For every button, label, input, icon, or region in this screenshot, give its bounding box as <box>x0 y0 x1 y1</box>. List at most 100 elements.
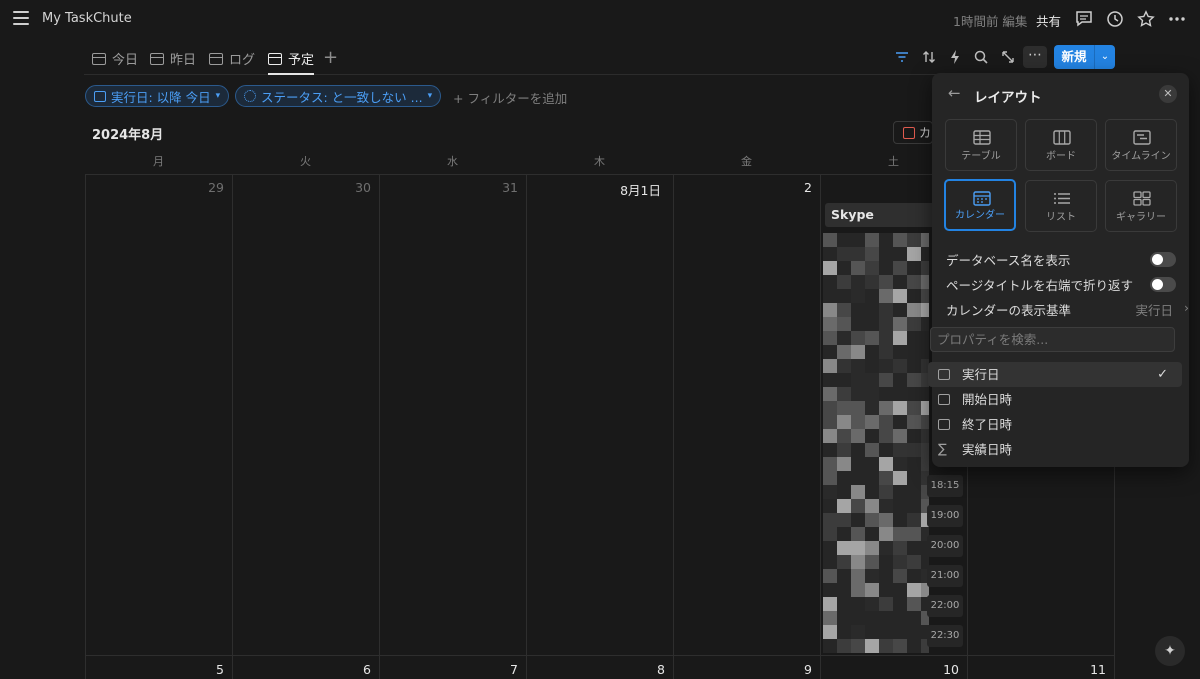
event-time[interactable]: 18:15 <box>927 475 963 497</box>
calendar-icon <box>94 90 106 102</box>
event-time[interactable]: 20:00 <box>927 535 963 557</box>
tab-log[interactable]: ログ <box>209 43 255 74</box>
view-options-button[interactable]: ⋯ <box>1023 46 1047 68</box>
automation-icon[interactable] <box>947 49 963 65</box>
tab-label: 昨日 <box>170 53 197 68</box>
board-icon <box>1053 130 1071 145</box>
redacted-events <box>823 233 929 653</box>
event-time[interactable]: 21:00 <box>927 565 963 587</box>
month-label: 2024年8月 <box>92 128 164 143</box>
grid-line <box>673 174 674 679</box>
filter-chip-label: ステータス: と一致しない ... <box>261 89 423 105</box>
weekday-header: 火 <box>300 155 311 168</box>
property-item[interactable]: 実行日 ✓ <box>928 362 1182 387</box>
layout-option-list[interactable]: リスト <box>1025 180 1097 232</box>
tab-schedule[interactable]: 予定 <box>268 43 315 75</box>
day-number: 6 <box>363 662 371 677</box>
expand-icon[interactable] <box>1000 49 1016 65</box>
close-icon[interactable]: ✕ <box>1159 85 1177 103</box>
layout-option-gallery[interactable]: ギャラリー <box>1105 180 1177 232</box>
layout-option-board[interactable]: ボード <box>1025 119 1097 171</box>
add-view-icon[interactable]: + <box>323 47 338 68</box>
open-in-calendar-button[interactable]: カ <box>893 121 933 144</box>
timeline-icon <box>1133 130 1151 145</box>
property-search-input[interactable]: プロパティを検索... <box>930 327 1175 352</box>
new-button-group: 新規 ⌄ <box>1054 45 1115 69</box>
ai-assistant-icon[interactable]: ✦ <box>1155 636 1185 666</box>
show-database-name-row: データベース名を表示 <box>946 250 1176 270</box>
calendar-basis-row[interactable]: カレンダーの表示基準 実行日 › <box>946 300 1189 320</box>
wrap-titles-toggle[interactable] <box>1150 277 1176 292</box>
tab-yesterday[interactable]: 昨日 <box>150 43 196 74</box>
grid-line <box>232 174 233 679</box>
check-icon: ✓ <box>1157 367 1168 382</box>
show-database-name-label: データベース名を表示 <box>946 253 1071 268</box>
wrap-titles-row: ページタイトルを右端で折り返す <box>946 275 1176 295</box>
layout-option-label: テーブル <box>961 151 1001 162</box>
calendar-event[interactable]: Skype <box>825 203 935 227</box>
calendar-icon <box>973 191 991 206</box>
calendar-icon <box>209 52 223 65</box>
filter-icon[interactable] <box>894 49 910 65</box>
layout-panel: ← レイアウト ✕ テーブル ボード タイムライン カレンダー リスト ギャラリ… <box>928 73 1189 467</box>
event-time[interactable]: 22:30 <box>927 625 963 647</box>
new-button[interactable]: 新規 <box>1054 45 1094 69</box>
filter-chip-status[interactable]: ステータス: と一致しない ... ▾ <box>235 85 442 107</box>
calendar-icon <box>938 419 950 430</box>
back-arrow-icon[interactable]: ← <box>948 84 961 102</box>
menu-icon[interactable] <box>13 11 29 27</box>
status-icon <box>244 90 256 102</box>
more-options-icon[interactable] <box>1168 10 1186 28</box>
sort-icon[interactable] <box>921 49 937 65</box>
property-label: 終了日時 <box>962 417 1013 432</box>
layout-option-calendar[interactable]: カレンダー <box>944 179 1016 231</box>
calendar-icon <box>938 394 950 405</box>
day-number: 31 <box>502 180 518 195</box>
comment-icon[interactable] <box>1075 10 1093 28</box>
weekday-header: 水 <box>447 155 458 168</box>
filter-chip-exec-date[interactable]: 実行日: 以降 今日 ▾ <box>85 85 230 107</box>
day-number: 8 <box>657 662 665 677</box>
layout-option-label: ボード <box>1046 151 1076 162</box>
property-label: 開始日時 <box>962 392 1013 407</box>
calendar-app-icon <box>903 126 915 139</box>
grid-line <box>526 174 527 679</box>
list-icon <box>1054 193 1070 204</box>
new-dropdown-icon[interactable]: ⌄ <box>1094 45 1115 69</box>
chevron-down-icon: ▾ <box>427 91 433 101</box>
layout-option-timeline[interactable]: タイムライン <box>1105 119 1177 171</box>
event-time[interactable]: 19:00 <box>927 505 963 527</box>
day-number: 11 <box>1090 662 1106 677</box>
calendar-button-label: カ <box>919 126 932 140</box>
grid-line <box>820 174 821 679</box>
add-filter-button[interactable]: + フィルターを追加 <box>453 88 567 107</box>
day-number: 30 <box>355 180 371 195</box>
weekday-header: 金 <box>741 155 752 168</box>
property-label: 実行日 <box>962 367 1000 382</box>
layout-option-table[interactable]: テーブル <box>945 119 1017 171</box>
add-filter-label: フィルターを追加 <box>467 91 568 106</box>
layout-option-label: ギャラリー <box>1116 212 1166 223</box>
sigma-icon: ∑ <box>938 442 947 457</box>
wrap-titles-label: ページタイトルを右端で折り返す <box>946 278 1134 293</box>
property-item[interactable]: 開始日時 <box>928 387 1182 412</box>
page-title[interactable]: My TaskChute <box>42 11 132 26</box>
day-number: 2 <box>804 180 812 195</box>
property-item[interactable]: ∑ 実績日時 <box>928 437 1182 462</box>
layout-option-label: リスト <box>1046 212 1076 223</box>
table-icon <box>92 52 106 65</box>
property-item[interactable]: 終了日時 <box>928 412 1182 437</box>
history-icon[interactable] <box>1106 10 1124 28</box>
event-time[interactable]: 22:00 <box>927 595 963 617</box>
star-icon[interactable] <box>1137 10 1155 28</box>
calendar-basis-value: 実行日 <box>1135 303 1173 318</box>
top-bar: My TaskChute 1時間前 編集 共有 <box>0 0 1200 40</box>
filter-chip-label: 実行日: 以降 今日 <box>111 89 211 105</box>
layout-option-label: タイムライン <box>1111 151 1171 162</box>
day-number: 7 <box>510 662 518 677</box>
tab-today[interactable]: 今日 <box>92 43 138 74</box>
share-button[interactable]: 共有 <box>1036 11 1061 30</box>
search-icon[interactable] <box>973 49 989 65</box>
panel-title: レイアウト <box>974 90 1042 106</box>
show-database-name-toggle[interactable] <box>1150 252 1176 267</box>
